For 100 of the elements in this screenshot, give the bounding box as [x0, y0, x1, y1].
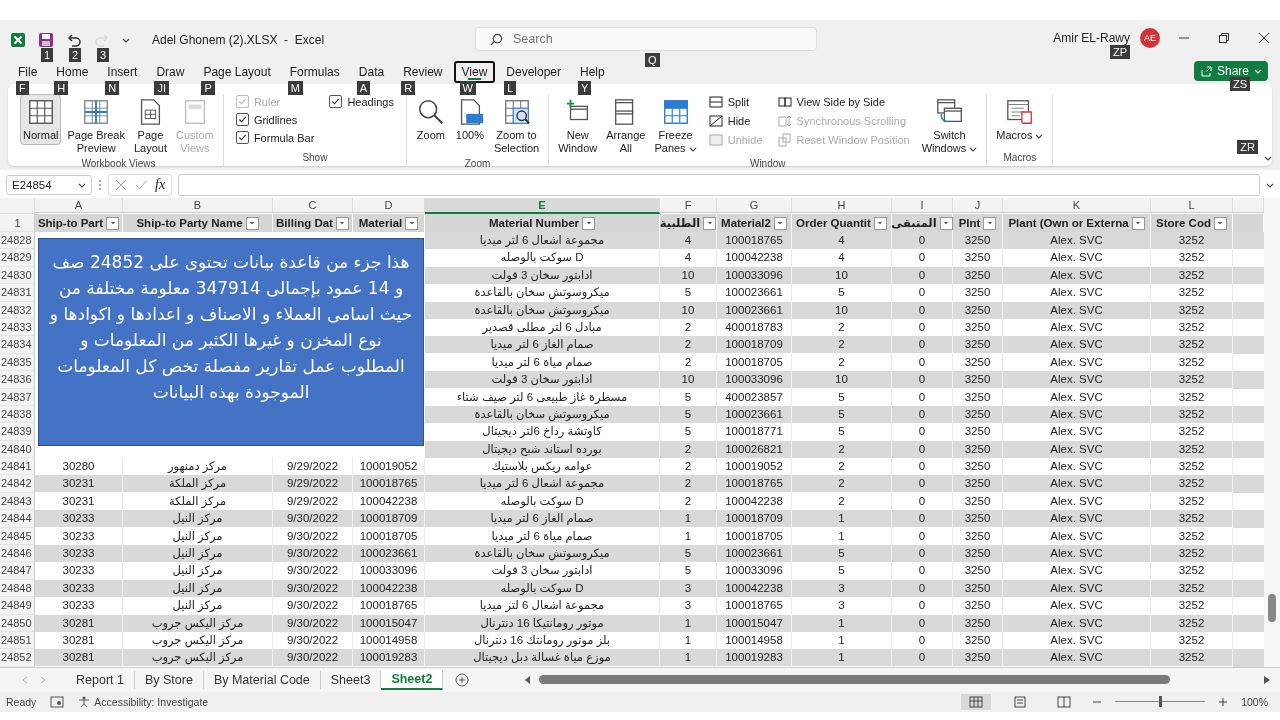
table-cell: موتور رومانتيكا 16 دنترنال	[425, 614, 660, 632]
sheet-tab[interactable]: Sheet2	[381, 669, 444, 690]
table-cell: Alex. SVC	[1003, 632, 1151, 649]
ribbon-button[interactable]: Freeze Panes	[651, 94, 700, 158]
table-cell: 3252	[1151, 249, 1233, 267]
ribbon-button[interactable]: Zoom	[412, 94, 449, 145]
row-header[interactable]: 24828	[0, 232, 35, 250]
sheet-tab[interactable]: Report 1	[66, 670, 135, 689]
table-cell: 0	[892, 527, 953, 545]
ribbon-button[interactable]: Page Layout	[130, 94, 170, 158]
ribbon-button[interactable]: Normal	[20, 94, 62, 145]
table-cell: 3250	[953, 597, 1003, 615]
menu-tab[interactable]: Page Layout	[195, 61, 279, 83]
table-cell: Alex. SVC	[1003, 371, 1151, 389]
status-text[interactable]: Accessibility: Investigate	[94, 695, 209, 708]
ribbon-button[interactable]: Macros	[993, 94, 1047, 145]
table-cell: 9/30/2022	[273, 614, 353, 632]
table-cell: 3252	[1151, 232, 1233, 249]
column-header[interactable]: I	[892, 198, 953, 213]
group-label: Macros	[1002, 152, 1038, 165]
ribbon-button[interactable]: Split	[708, 94, 763, 110]
row-header[interactable]: 24829	[0, 249, 35, 267]
table-cell: 100015047	[717, 614, 792, 632]
ribbon-button[interactable]: 100%	[451, 94, 488, 145]
ribbon-button[interactable]: Switch Windows	[918, 94, 981, 158]
row-header[interactable]: 24852	[0, 649, 35, 667]
column-header[interactable]: G	[717, 198, 792, 213]
name-box[interactable]: E24854	[6, 175, 92, 195]
ribbon-button[interactable]: View Side by Side	[777, 94, 910, 110]
search-input[interactable]: Search	[511, 31, 715, 47]
menu-tab[interactable]: File	[10, 61, 46, 83]
avatar[interactable]: AE	[1140, 28, 1160, 48]
row-header[interactable]: 24839	[0, 423, 35, 441]
row-header[interactable]: 24834	[0, 336, 35, 354]
checkbox[interactable]: Headings	[329, 94, 394, 109]
table-cell: 0	[892, 405, 953, 423]
column-header[interactable]: K	[1003, 198, 1151, 213]
sheet-tab[interactable]: By Store	[134, 670, 204, 689]
table-cell: 0	[892, 545, 953, 563]
ribbon-button[interactable]: Zoom to Selection	[490, 94, 543, 158]
menu-tab[interactable]: Home	[48, 61, 97, 83]
ribbon-button[interactable]: Arrange All	[603, 94, 649, 158]
column-header[interactable]: A	[35, 198, 123, 213]
row-header[interactable]: 24844	[0, 510, 35, 528]
zoom-level[interactable]: 100%	[1241, 695, 1274, 708]
table-cell: 30281	[35, 649, 123, 667]
column-header[interactable]: H	[792, 198, 892, 213]
table-cell: Alex. SVC	[1003, 266, 1151, 284]
insert-function-button[interactable]: fx	[155, 177, 166, 193]
menu-tab[interactable]: Insert	[99, 61, 146, 83]
row-header[interactable]: 24847	[0, 562, 35, 580]
column-header[interactable]: F	[660, 198, 717, 213]
table-cell: 0	[892, 632, 953, 649]
ribbon-button[interactable]: Page Break Preview	[64, 94, 128, 158]
table-cell: 5	[792, 405, 892, 423]
table-cell: 0	[892, 388, 953, 406]
table-cell: 1	[660, 632, 717, 649]
row-header[interactable]: 24849	[0, 597, 35, 615]
table-cell: 0	[892, 614, 953, 632]
menu-tab[interactable]: Formulas	[281, 61, 348, 83]
key-tip: Y	[578, 81, 592, 95]
table-cell: 3252	[1151, 614, 1233, 632]
menu-tab[interactable]: Help	[572, 61, 613, 83]
checkbox[interactable]: Formula Bar	[235, 130, 315, 145]
table-cell: 100023661	[717, 301, 792, 319]
row-header[interactable]: 1	[0, 214, 35, 232]
table-cell: مركز النيل	[123, 579, 273, 597]
column-header[interactable]: C	[273, 198, 353, 213]
menu-tab[interactable]: Data	[350, 61, 393, 83]
table-cell: 4	[660, 249, 717, 267]
column-header[interactable]: E	[425, 198, 660, 214]
table-cell: 30231	[35, 475, 123, 493]
column-header[interactable]: B	[123, 198, 273, 213]
menu-tab[interactable]: Draw	[148, 61, 193, 83]
table-cell: 3252	[1151, 545, 1233, 563]
ribbon-button[interactable]: Hide	[708, 113, 763, 129]
table-cell: 100033096	[353, 562, 425, 580]
sheet-tab[interactable]: By Material Code	[203, 670, 321, 689]
menu-tab[interactable]: Review	[395, 61, 451, 83]
row-header[interactable]: 24836	[0, 371, 35, 389]
row-header[interactable]: 24846	[0, 545, 35, 563]
ribbon-button[interactable]: New Window	[555, 94, 601, 158]
table-cell: 3252	[1151, 266, 1233, 284]
menu-tab[interactable]: Developer	[498, 61, 569, 83]
table-cell: 1	[660, 510, 717, 528]
column-header[interactable]: D	[353, 198, 425, 213]
table-cell: 3252	[1151, 579, 1233, 597]
table-cell: مركز النيل	[123, 562, 273, 580]
search-field[interactable]: Search	[475, 27, 817, 51]
share-button[interactable]: Share	[1193, 61, 1268, 81]
column-header[interactable]: J	[953, 198, 1003, 213]
key-tip: W	[459, 81, 476, 95]
table-cell: 3250	[953, 492, 1003, 510]
table-cell: 3250	[953, 318, 1003, 336]
column-header[interactable]: L	[1151, 198, 1233, 213]
key-tip: N	[105, 81, 120, 95]
row-header[interactable]: 24841	[0, 458, 35, 476]
checkbox[interactable]: Gridlines	[235, 112, 315, 127]
row-header[interactable]: 24831	[0, 284, 35, 302]
row-header[interactable]: 24842	[0, 475, 35, 493]
